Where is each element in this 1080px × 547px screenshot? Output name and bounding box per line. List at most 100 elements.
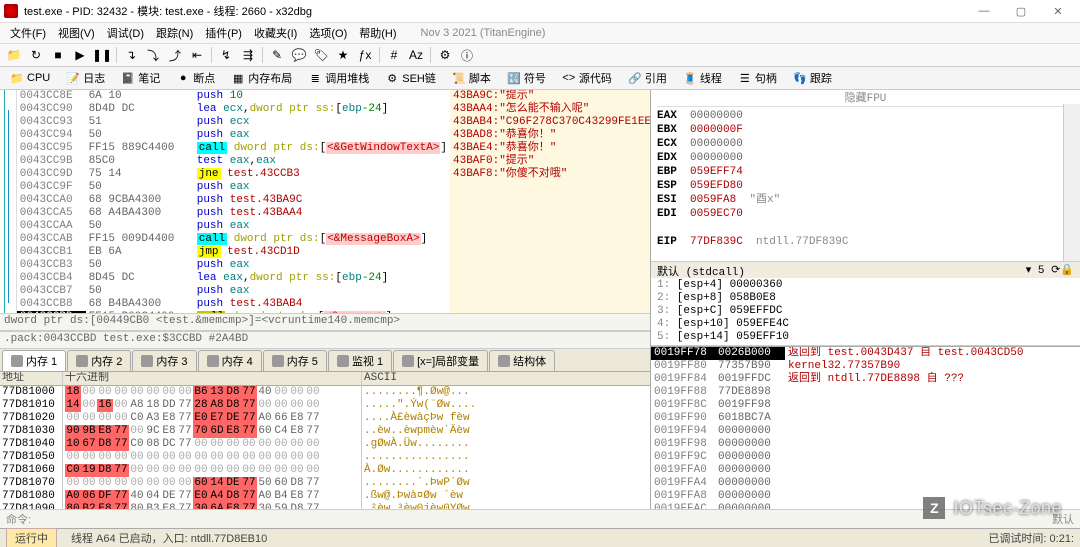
- step-back-icon[interactable]: ⇤: [187, 45, 207, 65]
- reg-row[interactable]: EBP 059EFF74: [657, 165, 1074, 179]
- dump-tab[interactable]: 内存 5: [263, 350, 327, 371]
- asm-cell[interactable]: push eax: [194, 181, 450, 194]
- trace-into-icon[interactable]: ↯: [216, 45, 236, 65]
- comments-icon[interactable]: 💬: [289, 45, 309, 65]
- stack-addr[interactable]: 0019FFA8: [651, 490, 715, 503]
- dump-ascii[interactable]: ........¶.Øw@...: [362, 386, 650, 399]
- stack-val[interactable]: 0026B000: [715, 347, 785, 360]
- tab-cpu[interactable]: 📁CPU: [4, 69, 56, 87]
- dump-hex[interactable]: 1067D877C008DC770000000000000000: [63, 438, 361, 451]
- addr-cell[interactable]: 0043CCB3: [17, 259, 86, 272]
- addr-cell[interactable]: 0043CCAA: [17, 220, 86, 233]
- trace-over-icon[interactable]: ⇶: [238, 45, 258, 65]
- dump-hex[interactable]: 00000000000000006014DE775060D877: [63, 477, 361, 490]
- asm-cell[interactable]: push ecx: [194, 116, 450, 129]
- dump-addr[interactable]: 77D81030: [0, 425, 62, 438]
- stack-addr[interactable]: 0019FF88: [651, 386, 715, 399]
- bytes-cell[interactable]: FF15 009D4400: [86, 233, 194, 246]
- dump-hex[interactable]: 14001600A818DD7728A8D87700000000: [63, 399, 361, 412]
- comment-cell[interactable]: 43BAD8:"恭喜你！": [450, 129, 650, 142]
- asm-cell[interactable]: lea eax,dword ptr ss:[ebp-24]: [194, 272, 450, 285]
- bytes-cell[interactable]: 50: [86, 181, 194, 194]
- asm-cell[interactable]: call dword ptr ds:[<&GetWindowTextA>]: [194, 142, 450, 155]
- step-into-icon[interactable]: ↴: [121, 45, 141, 65]
- stack-cmt[interactable]: kernel32.77357B90: [785, 360, 1080, 373]
- search-icon[interactable]: Az: [406, 45, 426, 65]
- reg-row[interactable]: ESP 059EFD80: [657, 179, 1074, 193]
- asm-cell[interactable]: push eax: [194, 220, 450, 233]
- dump-hex[interactable]: 80B2E87780B3E877306AE8773059D877: [63, 503, 361, 509]
- bytes-cell[interactable]: 8D4D DC: [86, 103, 194, 116]
- reg-row[interactable]: EAX 00000000: [657, 109, 1074, 123]
- dump-ascii[interactable]: .gØwÀ.Üw........: [362, 438, 650, 451]
- reg-row[interactable]: ECX 00000000: [657, 137, 1074, 151]
- bytes-cell[interactable]: 68 9CBA4300: [86, 194, 194, 207]
- tab-breakpoints[interactable]: ●断点: [170, 68, 221, 88]
- dump-ascii[interactable]: .²èw.³èw0jèw0YØw: [362, 503, 650, 509]
- stack-addr[interactable]: 0019FFA4: [651, 477, 715, 490]
- dump-addr[interactable]: 77D81010: [0, 399, 62, 412]
- fpu-toggle[interactable]: 隐藏FPU: [657, 92, 1074, 107]
- tab-script[interactable]: 📜脚本: [446, 68, 497, 88]
- menu-favorites[interactable]: 收藏夹(I): [248, 23, 303, 43]
- stack-val[interactable]: 00000000: [715, 451, 785, 464]
- stack-addr[interactable]: 0019FF94: [651, 425, 715, 438]
- comment-cell[interactable]: 43BAE4:"恭喜你！": [450, 142, 650, 155]
- dump-addr[interactable]: 77D81020: [0, 412, 62, 425]
- bytes-cell[interactable]: 6A 10: [86, 90, 194, 103]
- dump-tab[interactable]: 内存 3: [132, 350, 196, 371]
- asm-cell[interactable]: jne test.43CCB3: [194, 168, 450, 181]
- reg-row[interactable]: EDI 0059EC70: [657, 207, 1074, 221]
- stack-addr[interactable]: 0019FF8C: [651, 399, 715, 412]
- bytes-cell[interactable]: 50: [86, 285, 194, 298]
- dump-tab[interactable]: [x=]局部变量: [393, 350, 488, 371]
- asm-cell[interactable]: push eax: [194, 259, 450, 272]
- stack-val[interactable]: 00000000: [715, 477, 785, 490]
- dump-ascii[interactable]: À.Øw............: [362, 464, 650, 477]
- disassembly-panel[interactable]: 0043CC8E0043CC900043CC930043CC940043CC95…: [0, 90, 650, 313]
- menu-trace[interactable]: 跟踪(N): [150, 23, 199, 43]
- stack-addr[interactable]: 0019FF90: [651, 412, 715, 425]
- stack-addr[interactable]: 0019FF80: [651, 360, 715, 373]
- tab-seh[interactable]: ⚙SEH链: [379, 68, 442, 88]
- step-over-icon[interactable]: ⤵: [143, 45, 163, 65]
- bytes-cell[interactable]: 8D45 DC: [86, 272, 194, 285]
- bytes-cell[interactable]: 68 B4BA4300: [86, 298, 194, 311]
- dump-tab[interactable]: 监视 1: [328, 350, 392, 371]
- regs-scrollbar[interactable]: [1063, 104, 1080, 261]
- addr-cell[interactable]: 0043CC9D: [17, 168, 86, 181]
- dump-addr[interactable]: 77D81050: [0, 451, 62, 464]
- asm-cell[interactable]: push 10: [194, 90, 450, 103]
- dump-tab[interactable]: 内存 2: [67, 350, 131, 371]
- tab-symbols[interactable]: 🔣符号: [501, 68, 552, 88]
- asm-cell[interactable]: push test.43BAB4: [194, 298, 450, 311]
- addr-cell[interactable]: 0043CC90: [17, 103, 86, 116]
- bytes-cell[interactable]: 50: [86, 259, 194, 272]
- addr-cell[interactable]: 0043CCB7: [17, 285, 86, 298]
- stack-val[interactable]: 77357B90: [715, 360, 785, 373]
- asm-cell[interactable]: push test.43BA9C: [194, 194, 450, 207]
- bytes-cell[interactable]: 68 A4BA4300: [86, 207, 194, 220]
- comment-cell[interactable]: 43BA9C:"提示": [450, 90, 650, 103]
- dump-ascii[interactable]: .....".Ýw(¨Øw....: [362, 399, 650, 412]
- bytes-cell[interactable]: 51: [86, 116, 194, 129]
- stack-val[interactable]: 6018BC7A: [715, 412, 785, 425]
- stack-val[interactable]: 00000000: [715, 503, 785, 509]
- stack-val[interactable]: 00000000: [715, 425, 785, 438]
- dump-tab[interactable]: 内存 1: [2, 350, 66, 371]
- reg-row[interactable]: ESI 0059FA8 "酉x": [657, 193, 1074, 207]
- stack-val[interactable]: 0019FFDC: [715, 373, 785, 386]
- addr-cell[interactable]: 0043CC94: [17, 129, 86, 142]
- hex-dump[interactable]: 地址77D8100077D8101077D8102077D8103077D810…: [0, 372, 650, 509]
- call-convention-bar[interactable]: 默认 (stdcall) ▾ 5 ⟳🔒: [651, 261, 1080, 278]
- dump-hex[interactable]: C019D877000000000000000000000000: [63, 464, 361, 477]
- dump-ascii[interactable]: .ßw@.Þwà¤Øw ´èw: [362, 490, 650, 503]
- bytes-cell[interactable]: FF15 889C4400: [86, 142, 194, 155]
- minimize-button[interactable]: —: [966, 1, 1002, 21]
- dump-addr[interactable]: 77D81080: [0, 490, 62, 503]
- step-out-icon[interactable]: ⤴: [165, 45, 185, 65]
- run-icon[interactable]: ▶: [70, 45, 90, 65]
- asm-cell[interactable]: lea ecx,dword ptr ss:[ebp-24]: [194, 103, 450, 116]
- addr-cell[interactable]: 0043CCB8: [17, 298, 86, 311]
- addr-cell[interactable]: 0043CCB4: [17, 272, 86, 285]
